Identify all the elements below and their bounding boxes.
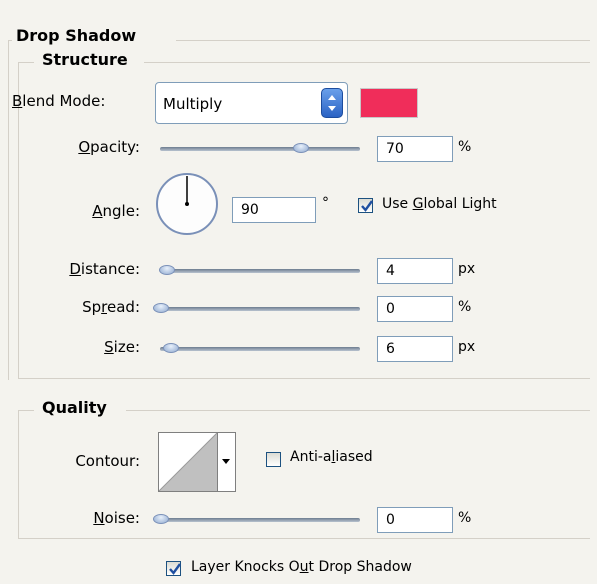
noise-label: Noise: (93, 509, 140, 527)
size-slider-track[interactable] (160, 347, 360, 351)
layer-knocks-out-checkbox[interactable] (166, 561, 181, 576)
contour-curve-icon (158, 432, 218, 492)
blend-mode-select[interactable]: Multiply (155, 82, 348, 124)
opacity-slider-track[interactable] (160, 147, 360, 151)
noise-unit: % (458, 510, 472, 526)
drop-shadow-title: Drop Shadow (14, 26, 143, 45)
distance-label: Distance: (69, 260, 140, 278)
spread-label: Spread: (82, 298, 140, 316)
anti-aliased-checkbox[interactable] (266, 452, 281, 467)
blend-mode-label: Blend Mode: (12, 92, 106, 110)
quality-title: Quality (40, 398, 113, 417)
angle-input[interactable]: 90 (232, 197, 316, 223)
structure-title: Structure (40, 50, 134, 69)
distance-slider-thumb[interactable] (159, 265, 175, 275)
use-global-light-label[interactable]: Use Global Light (382, 196, 497, 212)
spread-input[interactable]: 0 (377, 296, 453, 322)
angle-dial[interactable] (155, 172, 219, 236)
noise-slider-track[interactable] (160, 518, 360, 522)
opacity-unit: % (458, 139, 472, 155)
layer-knocks-out-label[interactable]: Layer Knocks Out Drop Shadow (191, 559, 412, 575)
size-input[interactable]: 6 (377, 336, 453, 362)
spread-slider-thumb[interactable] (153, 303, 169, 313)
size-label: Size: (104, 338, 140, 356)
distance-unit: px (458, 261, 476, 277)
contour-picker[interactable] (158, 432, 218, 492)
contour-label: Contour: (75, 452, 140, 470)
shadow-color-swatch[interactable] (360, 88, 418, 118)
size-slider-thumb[interactable] (163, 343, 179, 353)
spread-unit: % (458, 299, 472, 315)
chevron-down-icon (222, 459, 230, 464)
noise-input[interactable]: 0 (377, 507, 453, 533)
select-arrows-icon (321, 88, 343, 118)
size-unit: px (458, 339, 476, 355)
opacity-label: Opacity: (78, 138, 140, 156)
contour-dropdown-button[interactable] (218, 432, 236, 492)
angle-unit: ° (322, 195, 329, 211)
distance-input[interactable]: 4 (377, 258, 453, 284)
spread-slider-track[interactable] (160, 307, 360, 311)
noise-slider-thumb[interactable] (153, 514, 169, 524)
opacity-slider-thumb[interactable] (293, 143, 309, 153)
opacity-input[interactable]: 70 (377, 136, 453, 162)
anti-aliased-label[interactable]: Anti-aliased (290, 449, 373, 465)
use-global-light-checkbox[interactable] (358, 198, 373, 213)
angle-label: Angle: (92, 202, 140, 220)
distance-slider-track[interactable] (160, 269, 360, 273)
blend-mode-value: Multiply (163, 95, 223, 113)
